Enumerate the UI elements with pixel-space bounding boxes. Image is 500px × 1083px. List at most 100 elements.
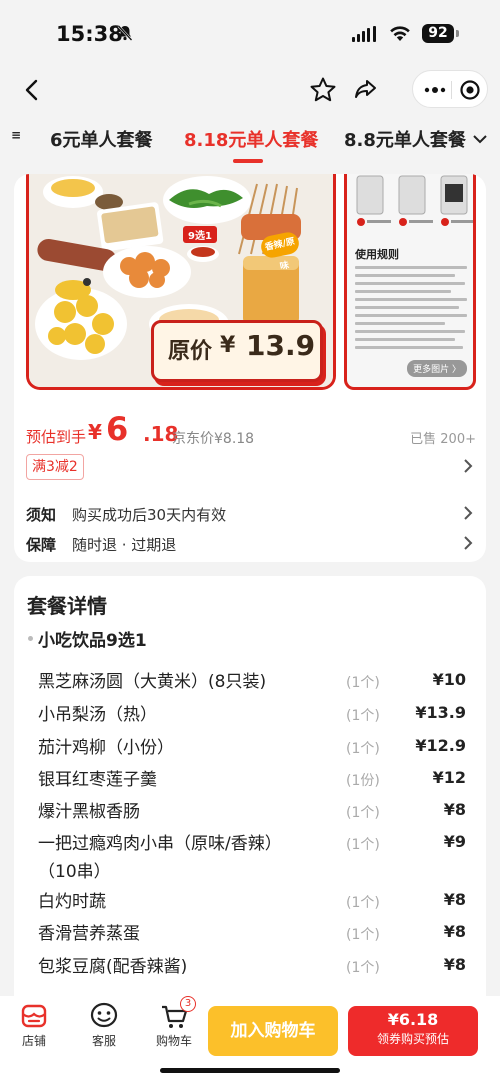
item-qty: (1份) <box>346 773 380 789</box>
tab-6-yuan[interactable]: 6元单人套餐 <box>50 126 153 152</box>
cart-count-badge: 3 <box>180 996 196 1012</box>
item-price: ¥13.9 <box>415 703 466 722</box>
rules-text-line <box>355 330 465 333</box>
store-label: 店铺 <box>21 1034 46 1048</box>
chevron-right-icon[interactable] <box>462 536 474 550</box>
battery-level: 92 <box>422 24 454 43</box>
rules-text-line <box>355 290 451 293</box>
product-poster[interactable]: 9选1 香辣/原味 原价 ¥ 13.9 <box>26 174 336 390</box>
more-images-button[interactable]: 更多图片 〉 <box>407 360 467 377</box>
item-price: ¥8 <box>443 955 466 974</box>
tab-edge-fragment: ≡ <box>11 128 22 142</box>
item-name: 小吊梨汤（热） <box>38 705 157 725</box>
service-button[interactable]: 客服 <box>74 1002 134 1049</box>
rules-text-line <box>355 346 463 349</box>
store-icon <box>21 1004 47 1028</box>
battery-tip <box>456 30 459 37</box>
item-qty: (1个) <box>346 837 380 853</box>
notice-row[interactable]: 须知 购买成功后30天内有效 <box>26 500 476 528</box>
jd-price: 京东价¥8.18 <box>172 431 255 447</box>
rules-text-line <box>355 282 465 285</box>
add-to-cart-button[interactable]: 加入购物车 <box>208 1006 338 1056</box>
tab-8-8-yuan[interactable]: 8.8元单人套餐 <box>344 126 466 152</box>
item-price: ¥12.9 <box>415 736 466 755</box>
original-price-prefix: 原价 <box>168 339 213 364</box>
more-icon[interactable] <box>423 80 447 100</box>
item-name: 一把过瘾鸡肉小串（原味/香辣）（10串） <box>38 834 282 882</box>
product-card: 9选1 香辣/原味 原价 ¥ 13.9 使用规则 更多图片 〉 预估到手 ¥ 6… <box>14 174 486 562</box>
guarantee-value: 随时退 · 过期退 <box>72 536 177 554</box>
share-icon[interactable] <box>350 75 380 105</box>
item-price: ¥8 <box>443 890 466 909</box>
group-title: 小吃饮品9选1 <box>38 631 147 651</box>
group-bullet <box>28 636 33 641</box>
item-name: 包浆豆腐(配香辣酱) <box>38 957 188 977</box>
rules-title: 使用规则 <box>355 248 399 261</box>
nav-bar <box>0 66 500 116</box>
buy-button[interactable]: ¥6.18 领券购买预估 <box>348 1006 478 1056</box>
rules-text-line <box>355 338 455 341</box>
package-details-card: 套餐详情 小吃饮品9选1 黑芝麻汤圆（大黄米）(8只装) (1个) ¥10 小吊… <box>14 576 486 996</box>
original-price-tag: 原价 ¥ 13.9 <box>151 320 323 382</box>
store-button[interactable]: 店铺 <box>4 1002 64 1049</box>
item-qty: (1个) <box>346 805 380 821</box>
item-price: ¥10 <box>432 670 466 689</box>
cell-signal-icon <box>352 26 376 42</box>
item-qty: (1个) <box>346 675 380 691</box>
original-price-yen: ¥ <box>220 333 236 358</box>
item-qty: (1个) <box>346 708 380 724</box>
item-name: 黑芝麻汤圆（大黄米）(8只装) <box>38 672 267 692</box>
chevron-right-icon[interactable] <box>462 506 474 520</box>
item-price: ¥8 <box>443 800 466 819</box>
item-name: 香滑营养蒸蛋 <box>38 924 140 944</box>
price-row: 预估到手 ¥ 6 .18 京东价¥8.18 已售 200+ <box>26 410 476 448</box>
guarantee-row[interactable]: 保障 随时退 · 过期退 <box>26 530 476 558</box>
usage-steps-illustration <box>347 174 473 234</box>
target-icon[interactable] <box>459 79 481 101</box>
package-tabs: ≡ 6元单人套餐 8.18元单人套餐 8.8元单人套餐 <box>0 118 500 166</box>
rules-text-line <box>355 314 467 317</box>
notice-value: 购买成功后30天内有效 <box>72 506 227 524</box>
buy-label: 领券购买预估 <box>376 1032 449 1046</box>
tab-8-18-yuan[interactable]: 8.18元单人套餐 <box>184 126 318 152</box>
wifi-icon <box>390 26 410 41</box>
status-time: 15:38 <box>56 22 123 46</box>
service-label: 客服 <box>91 1034 116 1048</box>
rules-text-line <box>355 322 445 325</box>
item-name: 白灼时蔬 <box>38 892 106 912</box>
back-icon[interactable] <box>18 76 46 104</box>
service-icon <box>90 1002 118 1028</box>
cart-label: 购物车 <box>155 1034 192 1048</box>
rules-text-line <box>355 274 455 277</box>
item-qty: (1个) <box>346 741 380 757</box>
original-price-value: 13.9 <box>246 329 316 362</box>
rules-poster[interactable]: 使用规则 更多图片 〉 <box>344 174 476 390</box>
estimate-yen: ¥ <box>88 420 102 444</box>
cart-button[interactable]: 3 购物车 <box>144 996 204 1049</box>
item-qty: (1个) <box>346 895 380 911</box>
item-name: 银耳红枣莲子羹 <box>38 770 157 790</box>
capsule-divider <box>451 81 452 99</box>
item-name: 茄汁鸡柳（小份） <box>38 738 174 758</box>
star-icon[interactable] <box>308 75 338 105</box>
estimate-label: 预估到手 <box>26 428 87 446</box>
choice-badge: 9选1 <box>183 226 217 243</box>
status-bar: 15:38 92 <box>0 0 500 66</box>
chevron-down-icon[interactable] <box>472 133 488 145</box>
item-qty: (1个) <box>346 927 380 943</box>
details-title: 套餐详情 <box>27 594 107 618</box>
item-price: ¥12 <box>432 768 466 787</box>
sold-count: 已售 200+ <box>410 432 476 447</box>
chevron-right-icon[interactable] <box>462 459 474 473</box>
rules-text-line <box>355 298 467 301</box>
promo-tag[interactable]: 满3减2 <box>26 454 84 480</box>
buy-price: ¥6.18 <box>387 1010 439 1029</box>
item-price: ¥9 <box>443 832 466 851</box>
mute-bell-icon <box>117 25 133 41</box>
bottom-action-bar: 店铺 客服 3 购物车 加入购物车 ¥6.18 领券购买预估 <box>0 996 500 1083</box>
rules-text-line <box>355 306 459 309</box>
item-price: ¥8 <box>443 922 466 941</box>
active-tab-indicator <box>233 159 263 163</box>
guarantee-key: 保障 <box>26 536 57 554</box>
estimate-price-int: 6 <box>106 410 129 448</box>
